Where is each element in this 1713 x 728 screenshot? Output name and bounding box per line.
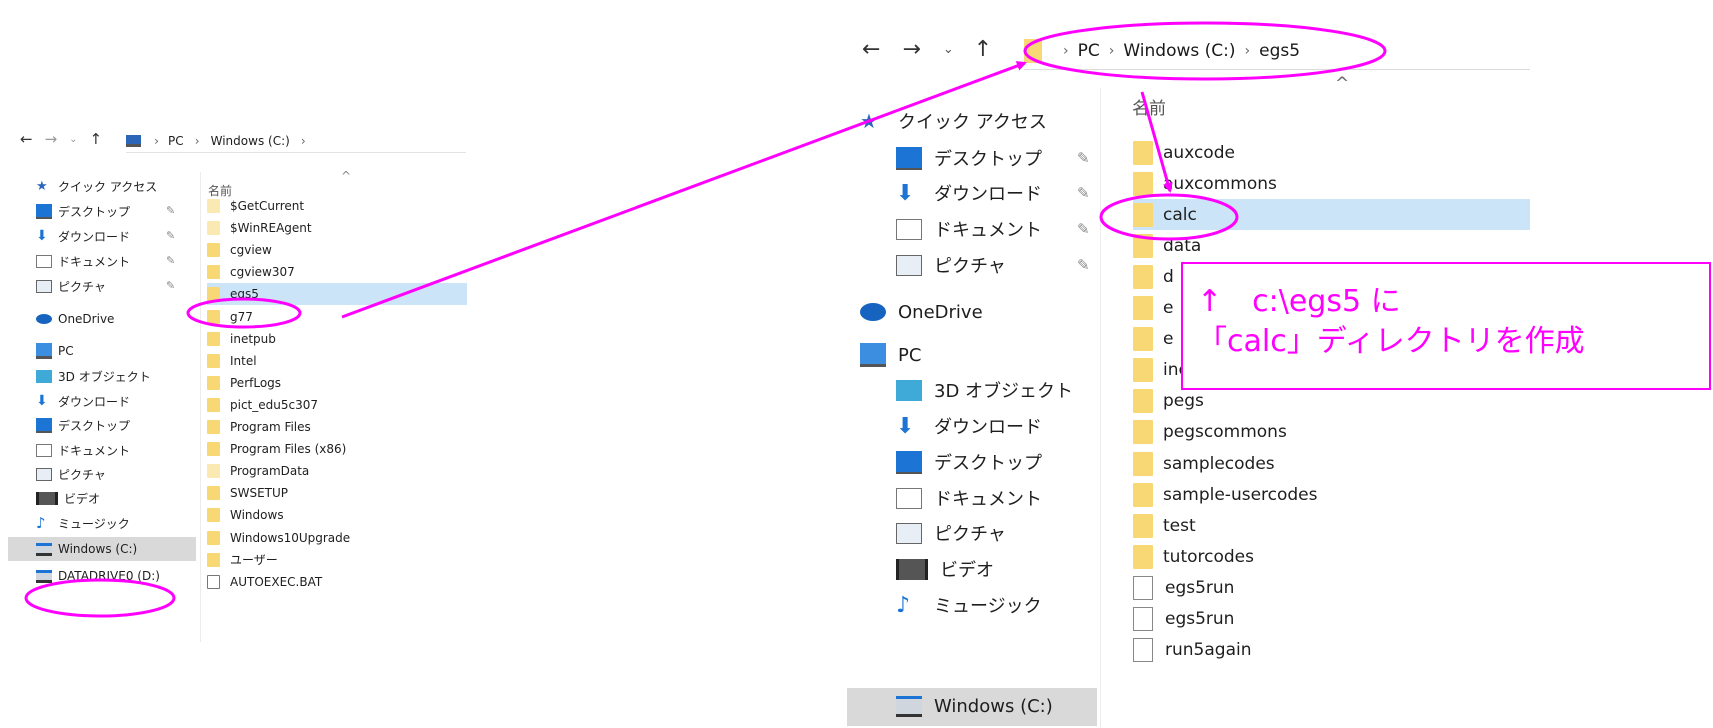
highlight-ellipse-egs5: [186, 297, 302, 329]
highlight-ellipse-address: [1023, 21, 1387, 81]
annotation-overlay: [24, 21, 1387, 618]
highlight-ellipse-drive: [24, 578, 176, 618]
arrow-egs5-to-address: [341, 61, 1027, 319]
arrow-address-to-calc: [1140, 91, 1173, 193]
highlight-ellipse-calc: [1099, 193, 1239, 241]
